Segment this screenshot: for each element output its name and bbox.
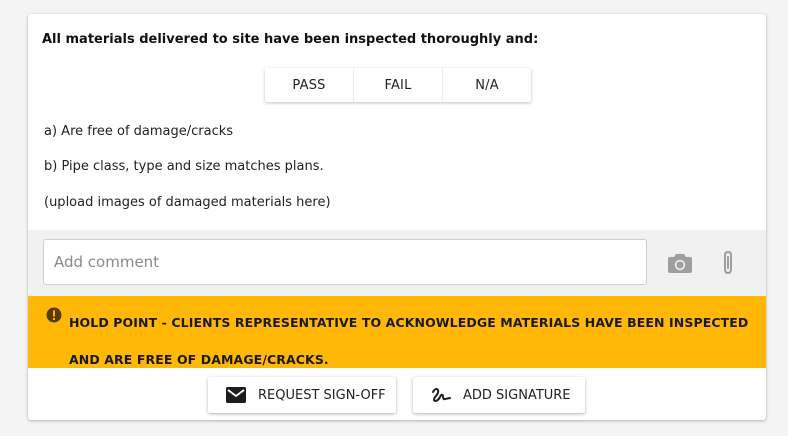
camera-icon[interactable] (666, 250, 694, 276)
signature-icon (431, 386, 451, 404)
na-button[interactable]: N/A (442, 68, 531, 102)
add-signature-label: ADD SIGNATURE (463, 387, 571, 403)
upload-note: (upload images of damaged materials here… (44, 195, 331, 210)
request-signoff-label: REQUEST SIGN-OFF (258, 387, 386, 403)
comment-input[interactable] (43, 239, 647, 285)
request-signoff-button[interactable]: REQUEST SIGN-OFF (208, 377, 396, 413)
inspection-card: All materials delivered to site have bee… (28, 14, 766, 420)
criteria-line-a: a) Are free of damage/cracks (44, 124, 234, 139)
mail-icon (226, 387, 246, 403)
hold-point-banner: HOLD POINT - CLIENTS REPRESENTATIVE TO A… (28, 296, 766, 368)
section-heading: All materials delivered to site have bee… (42, 32, 539, 47)
hold-point-text: HOLD POINT - CLIENTS REPRESENTATIVE TO A… (69, 315, 749, 367)
pass-button[interactable]: PASS (265, 68, 353, 102)
paperclip-icon[interactable] (714, 250, 742, 276)
add-signature-button[interactable]: ADD SIGNATURE (413, 377, 585, 413)
fail-button[interactable]: FAIL (353, 68, 442, 102)
comment-bar (28, 230, 766, 296)
alert-circle-icon (46, 307, 62, 323)
criteria-line-b: b) Pipe class, type and size matches pla… (44, 159, 324, 174)
pass-fail-na-toggle: PASS FAIL N/A (265, 68, 531, 102)
